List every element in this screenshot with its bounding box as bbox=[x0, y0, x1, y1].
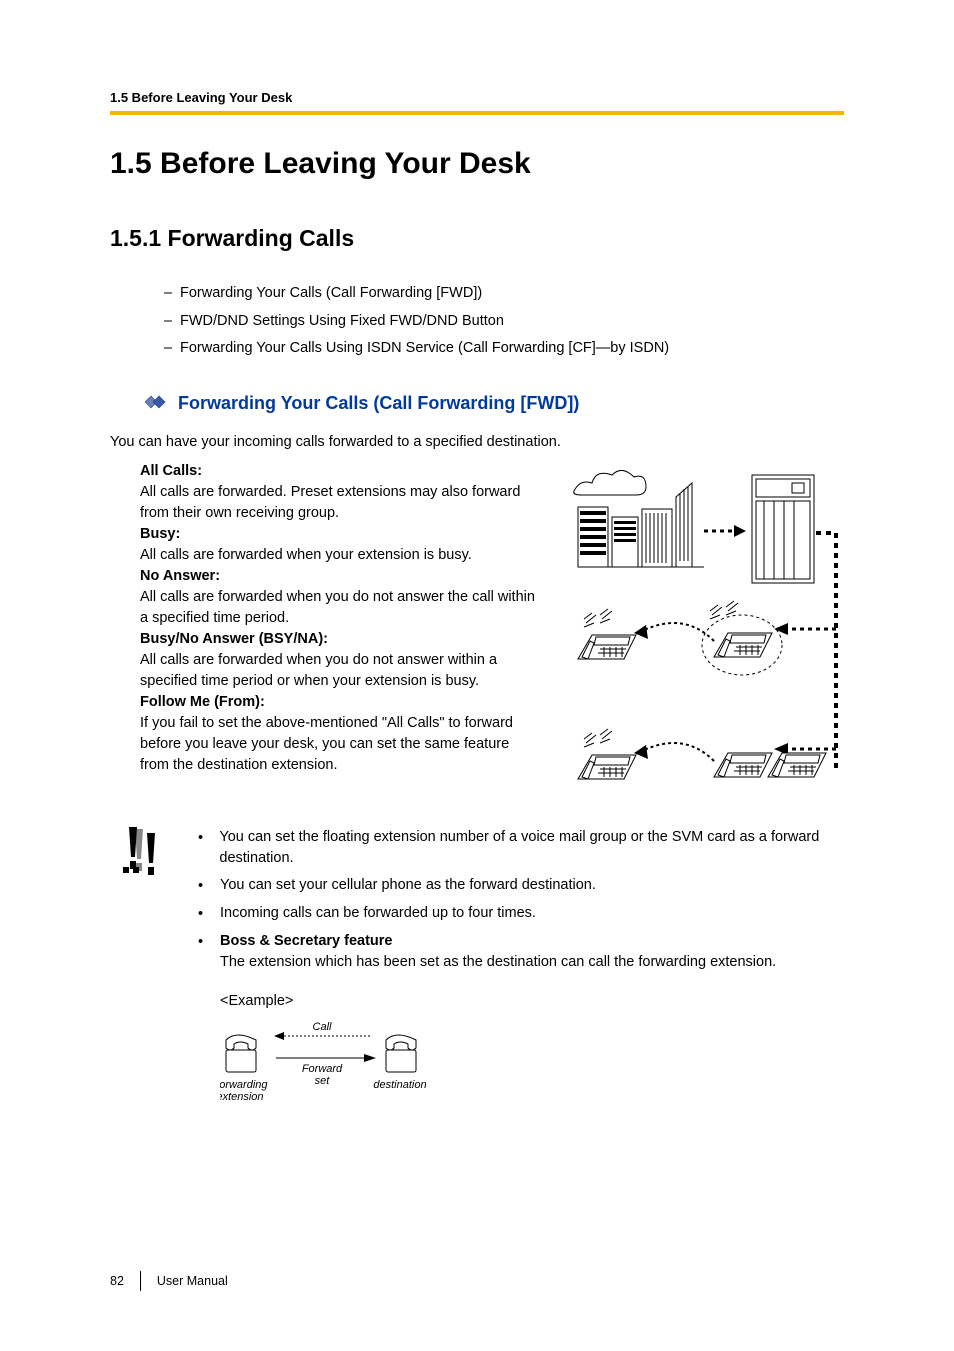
topic-heading: Forwarding Your Calls (Call Forwarding [… bbox=[144, 393, 844, 414]
definitions: All Calls: All calls are forwarded. Prese… bbox=[140, 461, 542, 791]
toc-text: Forwarding Your Calls Using ISDN Service… bbox=[180, 335, 669, 363]
note-text: You can set the floating extension numbe… bbox=[219, 827, 844, 869]
destination-label: destination bbox=[373, 1079, 426, 1091]
example-diagram: Call Forward set Forwarding extension de… bbox=[220, 1022, 844, 1119]
def-term: Busy: bbox=[140, 526, 180, 542]
toc-item: –FWD/DND Settings Using Fixed FWD/DND Bu… bbox=[156, 308, 844, 336]
def-body: All calls are forwarded when you do not … bbox=[140, 589, 535, 626]
fwd-ext-label-1: Forwarding bbox=[220, 1079, 268, 1091]
note-term: Boss & Secretary feature bbox=[220, 933, 392, 949]
def-body: If you fail to set the above-mentioned "… bbox=[140, 715, 513, 773]
def-body: All calls are forwarded when your extens… bbox=[140, 547, 472, 563]
toc-text: Forwarding Your Calls (Call Forwarding [… bbox=[180, 280, 482, 308]
toc-item: –Forwarding Your Calls (Call Forwarding … bbox=[156, 280, 844, 308]
def-term: No Answer: bbox=[140, 568, 220, 584]
fwd-ext-label-2: extension bbox=[220, 1091, 264, 1103]
diamonds-icon bbox=[144, 393, 170, 414]
doc-title: User Manual bbox=[157, 1274, 228, 1288]
note-text: Incoming calls can be forwarded up to fo… bbox=[220, 903, 536, 925]
example-label: <Example> bbox=[220, 991, 844, 1012]
def-body: All calls are forwarded when you do not … bbox=[140, 652, 497, 689]
set-label: set bbox=[315, 1075, 331, 1087]
running-head: 1.5 Before Leaving Your Desk bbox=[110, 90, 844, 105]
def-body: All calls are forwarded. Preset extensio… bbox=[140, 484, 520, 521]
intro-text: You can have your incoming calls forward… bbox=[110, 432, 844, 453]
def-term: Follow Me (From): bbox=[140, 694, 265, 710]
note-text: The extension which has been set as the … bbox=[220, 954, 776, 970]
important-icon bbox=[122, 827, 172, 1119]
header-rule bbox=[110, 111, 844, 115]
toc-item: –Forwarding Your Calls Using ISDN Servic… bbox=[156, 335, 844, 363]
toc-text: FWD/DND Settings Using Fixed FWD/DND But… bbox=[180, 308, 504, 336]
topic-heading-text: Forwarding Your Calls (Call Forwarding [… bbox=[178, 393, 579, 414]
illustration bbox=[564, 461, 844, 791]
call-label: Call bbox=[313, 1022, 333, 1033]
footer-divider bbox=[140, 1271, 141, 1291]
note-text: You can set your cellular phone as the f… bbox=[220, 875, 596, 897]
subsection-title: 1.5.1 Forwarding Calls bbox=[110, 225, 844, 252]
notes-list: •You can set the floating extension numb… bbox=[198, 827, 844, 1119]
def-term: All Calls: bbox=[140, 463, 202, 479]
section-title: 1.5 Before Leaving Your Desk bbox=[110, 147, 844, 181]
toc-list: –Forwarding Your Calls (Call Forwarding … bbox=[156, 280, 844, 363]
page-number: 82 bbox=[110, 1274, 124, 1288]
forward-label: Forward bbox=[302, 1063, 343, 1075]
page-footer: 82 User Manual bbox=[110, 1271, 228, 1291]
def-term: Busy/No Answer (BSY/NA): bbox=[140, 631, 328, 647]
